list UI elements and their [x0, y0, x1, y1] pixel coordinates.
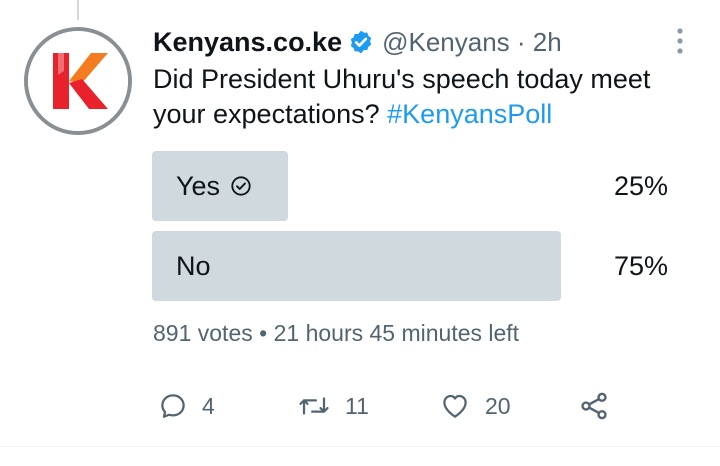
author-handle[interactable]: @Kenyans [382, 27, 510, 58]
reply-count: 4 [202, 392, 215, 419]
retweet-icon [299, 397, 329, 415]
poll-option-label: Yes [176, 151, 252, 221]
like-count: 20 [485, 392, 511, 419]
poll-option-label: No [176, 231, 211, 301]
share-button[interactable] [578, 386, 610, 426]
poll-time-left: 21 hours 45 minutes left [273, 320, 520, 346]
tweet-time[interactable]: 2h [533, 27, 562, 58]
poll-bar-no [152, 231, 561, 301]
poll-meta: 891 votes • 21 hours 45 minutes left [153, 320, 519, 347]
heart-icon [443, 394, 467, 418]
reply-button[interactable]: 4 [158, 386, 215, 426]
poll-option-text: No [176, 250, 211, 281]
meta-separator: • [252, 320, 274, 346]
tweet-text: Did President Uhuru's speech today meet … [153, 62, 698, 132]
retweet-count: 11 [345, 392, 369, 419]
poll-percent: 25% [613, 170, 668, 201]
poll-option-yes: Yes 25% [152, 151, 697, 221]
poll-votes: 891 votes [153, 320, 253, 346]
divider [0, 446, 720, 447]
author-name[interactable]: Kenyans.co.ke [153, 27, 342, 58]
thread-line [77, 0, 79, 20]
share-icon [581, 392, 607, 420]
poll-percent: 75% [613, 250, 668, 281]
retweet-button[interactable]: 11 [297, 386, 369, 426]
check-circle-icon [230, 175, 252, 197]
avatar[interactable] [24, 27, 132, 135]
tweet-actions: 4 11 20 [153, 386, 623, 426]
verified-badge-icon [348, 29, 374, 55]
hashtag-link[interactable]: #KenyansPoll [387, 99, 552, 129]
more-vertical-icon [677, 28, 683, 54]
poll-option-text: Yes [176, 170, 221, 201]
poll-option-no: No 75% [152, 231, 697, 301]
like-button[interactable]: 20 [439, 386, 511, 426]
time-separator: · [509, 26, 533, 57]
reply-icon [161, 394, 185, 418]
tweet-header: Kenyans.co.ke @Kenyans · 2h [153, 24, 562, 60]
more-options-button[interactable] [668, 26, 692, 56]
kenyans-logo-icon [28, 31, 128, 131]
